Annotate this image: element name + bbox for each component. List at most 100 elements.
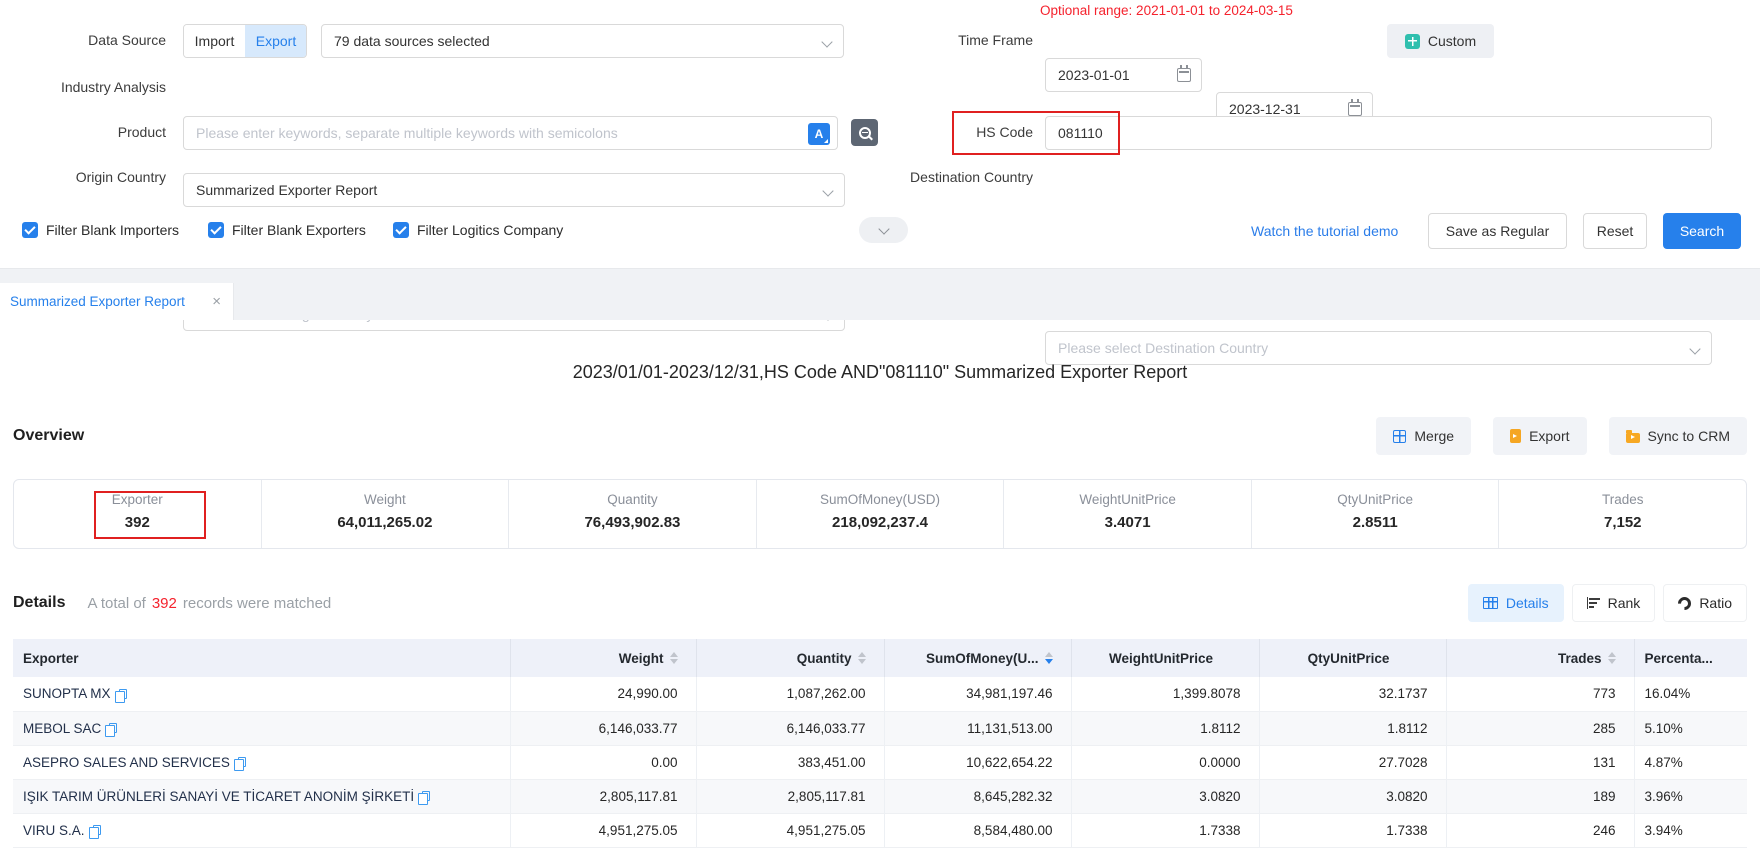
- weight-unit-price-cell: 3.0820: [1071, 779, 1259, 813]
- pie-chart-icon: [1676, 594, 1694, 612]
- percentage-cell: 3.96%: [1634, 779, 1747, 813]
- copy-icon[interactable]: [238, 757, 246, 767]
- table-row: SUNOPTA MX 24,990.00 1,087,262.00 34,981…: [13, 677, 1747, 711]
- column-header-quantity[interactable]: Quantity: [696, 639, 884, 677]
- sum-of-money-cell: 8,584,480.00: [884, 813, 1071, 847]
- custom-range-icon: [1405, 34, 1420, 49]
- weight-cell: 24,990.00: [510, 677, 696, 711]
- weight-cell: 6,146,033.77: [510, 711, 696, 745]
- column-header-trades[interactable]: Trades: [1446, 639, 1634, 677]
- sum-of-money-cell: 8,645,282.32: [884, 779, 1071, 813]
- quantity-cell: 6,146,033.77: [696, 711, 884, 745]
- calendar-icon: [1177, 68, 1191, 82]
- optional-range-text: Optional range: 2021-01-01 to 2024-03-15: [1040, 3, 1293, 18]
- product-label: Product: [0, 116, 166, 150]
- table-row: MEBOL SAC 6,146,033.77 6,146,033.77 11,1…: [13, 711, 1747, 745]
- checkbox-checked-icon: [22, 222, 38, 238]
- column-header-weight[interactable]: Weight: [510, 639, 696, 677]
- filter-panel: Data Source Import Export 79 data source…: [0, 0, 1760, 268]
- column-header-sum-of-money[interactable]: SumOfMoney(U...: [884, 639, 1071, 677]
- stat-sum-of-money: SumOfMoney(USD) 218,092,237.4: [756, 480, 1004, 548]
- records-matched-text: A total of392records were matched: [87, 595, 331, 612]
- search-button[interactable]: Search: [1663, 213, 1741, 249]
- hs-code-label: HS Code: [820, 116, 1033, 150]
- save-as-regular-button[interactable]: Save as Regular: [1428, 213, 1567, 249]
- chevron-down-icon: [878, 223, 889, 234]
- table-row: IŞIK TARIM ÜRÜNLERİ SANAYİ VE TİCARET AN…: [13, 779, 1747, 813]
- sum-of-money-cell: 10,622,654.22: [884, 745, 1071, 779]
- industry-analysis-select[interactable]: Summarized Exporter Report: [183, 173, 845, 207]
- stat-exporter: Exporter 392: [14, 480, 261, 548]
- exporter-name: SUNOPTA MX: [23, 686, 111, 701]
- view-details-button[interactable]: Details: [1468, 584, 1564, 622]
- filter-blank-importers-checkbox[interactable]: Filter Blank Importers: [22, 222, 179, 238]
- trades-cell: 131: [1446, 745, 1634, 779]
- details-heading: Details: [13, 594, 65, 612]
- trades-cell: 773: [1446, 677, 1634, 711]
- percentage-cell: 4.87%: [1634, 745, 1747, 779]
- weight-unit-price-cell: 0.0000: [1071, 745, 1259, 779]
- checkbox-checked-icon: [208, 222, 224, 238]
- qty-unit-price-cell: 1.8112: [1259, 711, 1446, 745]
- tab-summarized-exporter-report[interactable]: Summarized Exporter Report ×: [0, 283, 234, 320]
- weight-cell: 4,951,275.05: [510, 813, 696, 847]
- collapse-filters-button[interactable]: [859, 217, 908, 243]
- origin-country-label: Origin Country: [0, 161, 166, 195]
- data-sources-select[interactable]: 79 data sources selected: [321, 24, 844, 58]
- weight-unit-price-cell: 1,399.8078: [1071, 677, 1259, 711]
- qty-unit-price-cell: 27.7028: [1259, 745, 1446, 779]
- copy-icon[interactable]: [422, 791, 430, 801]
- report-title: 2023/01/01-2023/12/31,HS Code AND"081110…: [0, 362, 1760, 383]
- table-icon: [1483, 597, 1498, 609]
- hs-code-input[interactable]: 081110: [1045, 116, 1712, 150]
- sum-of-money-cell: 11,131,513.00: [884, 711, 1071, 745]
- weight-unit-price-cell: 1.7338: [1071, 813, 1259, 847]
- filter-blank-exporters-checkbox[interactable]: Filter Blank Exporters: [208, 222, 366, 238]
- export-button[interactable]: Export: [1493, 417, 1586, 455]
- report-content: 2023/01/01-2023/12/31,HS Code AND"081110…: [0, 320, 1760, 848]
- folder-sync-icon: [1626, 433, 1640, 443]
- exporter-name: MEBOL SAC: [23, 721, 101, 736]
- percentage-cell: 5.10%: [1634, 711, 1747, 745]
- exporter-name: IŞIK TARIM ÜRÜNLERİ SANAYİ VE TİCARET AN…: [23, 789, 414, 804]
- trades-cell: 246: [1446, 813, 1634, 847]
- start-date-input[interactable]: 2023-01-01: [1045, 58, 1202, 92]
- qty-unit-price-cell: 3.0820: [1259, 779, 1446, 813]
- weight-cell: 0.00: [510, 745, 696, 779]
- view-rank-button[interactable]: Rank: [1572, 584, 1656, 622]
- industry-analysis-label: Industry Analysis: [0, 71, 166, 105]
- view-ratio-button[interactable]: Ratio: [1663, 584, 1747, 622]
- import-toggle[interactable]: Import: [184, 25, 245, 57]
- quantity-cell: 1,087,262.00: [696, 677, 884, 711]
- copy-icon[interactable]: [119, 689, 127, 699]
- import-export-toggle: Import Export: [183, 24, 307, 58]
- overview-stats-panel: Exporter 392 Weight 64,011,265.02 Quanti…: [13, 479, 1747, 549]
- bar-chart-icon: [1587, 597, 1600, 609]
- reset-button[interactable]: Reset: [1583, 213, 1647, 249]
- filter-logistics-company-checkbox[interactable]: Filter Logitics Company: [393, 222, 563, 238]
- tutorial-link[interactable]: Watch the tutorial demo: [1251, 213, 1398, 249]
- stat-trades: Trades 7,152: [1498, 480, 1746, 548]
- sort-icon-descending[interactable]: [1045, 652, 1053, 664]
- product-keywords-input[interactable]: Please enter keywords, separate multiple…: [183, 116, 838, 150]
- weight-unit-price-cell: 1.8112: [1071, 711, 1259, 745]
- sync-to-crm-button[interactable]: Sync to CRM: [1609, 417, 1747, 455]
- table-row: ASEPRO SALES AND SERVICES 0.00 383,451.0…: [13, 745, 1747, 779]
- export-toggle[interactable]: Export: [245, 25, 306, 57]
- custom-range-button[interactable]: Custom: [1387, 24, 1494, 58]
- copy-icon[interactable]: [109, 723, 117, 733]
- record-count: 392: [146, 595, 183, 612]
- table-row: VIRU S.A. 4,951,275.05 4,951,275.05 8,58…: [13, 813, 1747, 847]
- time-frame-label: Time Frame: [820, 24, 1033, 58]
- sort-icon[interactable]: [1608, 652, 1616, 664]
- sort-icon[interactable]: [858, 652, 866, 664]
- merge-button[interactable]: Merge: [1376, 417, 1471, 455]
- column-header-exporter: Exporter: [13, 639, 510, 677]
- sort-icon[interactable]: [670, 652, 678, 664]
- close-icon[interactable]: ×: [212, 293, 221, 310]
- quantity-cell: 4,951,275.05: [696, 813, 884, 847]
- data-source-label: Data Source: [0, 24, 166, 58]
- stat-quantity: Quantity 76,493,902.83: [508, 480, 756, 548]
- column-header-qty-unit-price: QtyUnitPrice: [1259, 639, 1446, 677]
- copy-icon[interactable]: [93, 825, 101, 835]
